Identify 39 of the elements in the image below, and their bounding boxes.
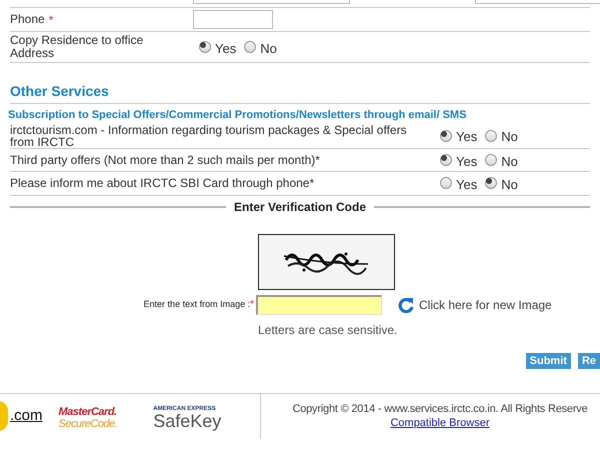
hint-text: Letters are case sensitive. [258,322,398,338]
logo-text: SecureCode. [58,418,118,430]
input-field[interactable] [193,10,273,29]
logo-text: MasterCard. [58,406,118,418]
field-label: Copy Residence to office Address [10,34,144,60]
radio-label: No [260,40,277,58]
radio-button[interactable] [440,177,452,190]
option-label: Please inform me about IRCTC SBI Card through phone* [10,177,316,190]
logo-text: SafeKey [153,412,222,430]
refresh-icon [398,296,414,312]
radio-button[interactable] [485,130,498,142]
radio-button[interactable] [244,41,256,53]
field-label: Enter the text from Image : [144,298,250,311]
copyright-text: Copyright © 2014 - www.services.irctc.co.in. All Rights Reserve [292,402,588,416]
input-field[interactable] [256,294,382,314]
logo-icon [0,401,8,431]
compatible-browser-link[interactable]: Compatible Browser [390,416,490,430]
radio-label: No [501,128,518,146]
section-title: Other Services [10,83,590,104]
section-subtitle: Subscription to Special Offers/Commercial Promotions/Newsletters through email/ SMS [8,108,468,123]
radio-button[interactable] [440,154,452,166]
radio-label: No [501,152,518,170]
option-label: Third party offers (Not more than 2 such mails per month)* [10,154,321,166]
radio-button[interactable] [199,41,211,53]
radio-button[interactable] [485,154,498,166]
field-label: Phone [10,13,45,26]
radio-button[interactable] [440,130,452,142]
radio-label: Yes [456,128,478,146]
required-mark: * [250,298,254,312]
radio-label: Yes [456,176,478,194]
radio-button[interactable] [485,177,498,190]
new-image-link[interactable]: Click here for new Image [398,296,552,314]
section-legend: Enter Verification Code [234,198,366,216]
radio-label: Yes [456,152,478,170]
logo-text: .com [10,406,43,426]
radio-label: Yes [215,40,236,58]
option-label: irctctourism.com - Information regarding tourism packages & Special offers from IRCTC [10,124,408,148]
radio-label: No [501,176,518,194]
required-mark: * [48,12,54,28]
